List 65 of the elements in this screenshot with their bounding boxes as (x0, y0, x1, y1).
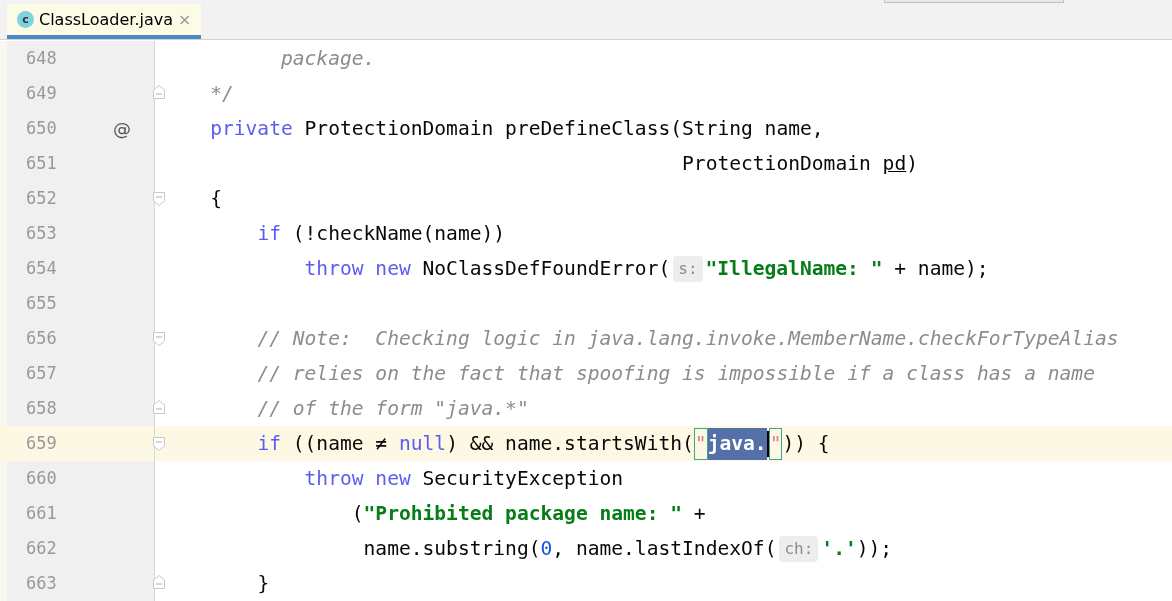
line-number: 648 (26, 47, 57, 70)
keyword: if (257, 430, 281, 457)
line-number: 651 (26, 152, 57, 175)
comment: // of the form "java.*" (257, 395, 529, 422)
parameter-name: pd (882, 150, 907, 177)
code-text: ProtectionDomain preDefineClass(String name, (304, 115, 824, 142)
code-text: (!checkName(name)) (292, 220, 506, 247)
code-text: )) { (782, 430, 830, 457)
keyword: throw new (304, 465, 411, 492)
code-text: + name); (894, 255, 989, 282)
code-text: ProtectionDomain (682, 150, 872, 177)
line-number: 657 (26, 362, 57, 385)
code-text: NoClassDefFoundError( (422, 255, 671, 282)
quote-match: " (693, 427, 708, 460)
line-number: 659 (26, 432, 57, 455)
line-number: 661 (26, 502, 57, 525)
tab-title: ClassLoader.java (39, 8, 174, 31)
fold-marker-icon[interactable] (153, 85, 165, 99)
code-text: ( (351, 500, 364, 527)
line-number: 660 (26, 467, 57, 490)
code-text: , name.lastIndexOf( (552, 535, 777, 562)
number-literal: 0 (540, 535, 553, 562)
string-literal: '.' (821, 535, 857, 562)
code-text: + (693, 500, 706, 527)
fold-marker-icon[interactable] (153, 437, 165, 451)
line-number: 653 (26, 222, 57, 245)
comment: */ (210, 80, 234, 107)
line-number: 650 (26, 117, 57, 140)
editor-tab[interactable]: c ClassLoader.java × (7, 4, 202, 39)
fold-marker-icon[interactable] (153, 332, 165, 346)
code-text: ) (906, 150, 918, 177)
code-text: )); (856, 535, 893, 562)
code-text: ) && name.startsWith( (446, 430, 694, 457)
code-text: ((name ≠ (292, 430, 389, 457)
line-number: 654 (26, 257, 57, 280)
line-number: 663 (26, 572, 57, 595)
keyword: null (398, 430, 447, 457)
inlay-hint: s: (673, 255, 703, 282)
quote-match: " (768, 427, 783, 460)
fold-marker-icon[interactable] (153, 400, 165, 414)
comment: // Note: Checking logic in java.lang.invoke.MemberName.checkForTypeAlias (257, 325, 1119, 352)
code-text: name.substring( (363, 535, 541, 562)
string-literal: "IllegalName: " (705, 255, 883, 282)
code-text: } (257, 570, 270, 597)
comment: package. (280, 45, 376, 72)
keyword: private (210, 115, 293, 142)
line-number: 655 (26, 292, 57, 315)
keyword: if (257, 220, 281, 247)
line-number: 649 (26, 82, 57, 105)
string-literal: "Prohibited package name: " (363, 500, 683, 527)
line-number: 656 (26, 327, 57, 350)
class-file-icon: c (17, 11, 34, 28)
code-text: SecurityException (422, 465, 624, 492)
line-number: 652 (26, 187, 57, 210)
line-number: 662 (26, 537, 57, 560)
code-text: { (210, 185, 222, 212)
gutter-mark[interactable]: @ (113, 115, 131, 142)
keyword: throw new (304, 255, 411, 282)
line-number: 658 (26, 397, 57, 420)
inlay-hint: ch: (779, 535, 819, 562)
selected-text: java. (707, 427, 767, 460)
text-caret (766, 430, 769, 457)
fold-marker-icon[interactable] (153, 575, 165, 589)
fold-marker-icon[interactable] (153, 192, 165, 206)
comment: // relies on the fact that spoofing is impossible if a class has a name (257, 360, 1095, 387)
